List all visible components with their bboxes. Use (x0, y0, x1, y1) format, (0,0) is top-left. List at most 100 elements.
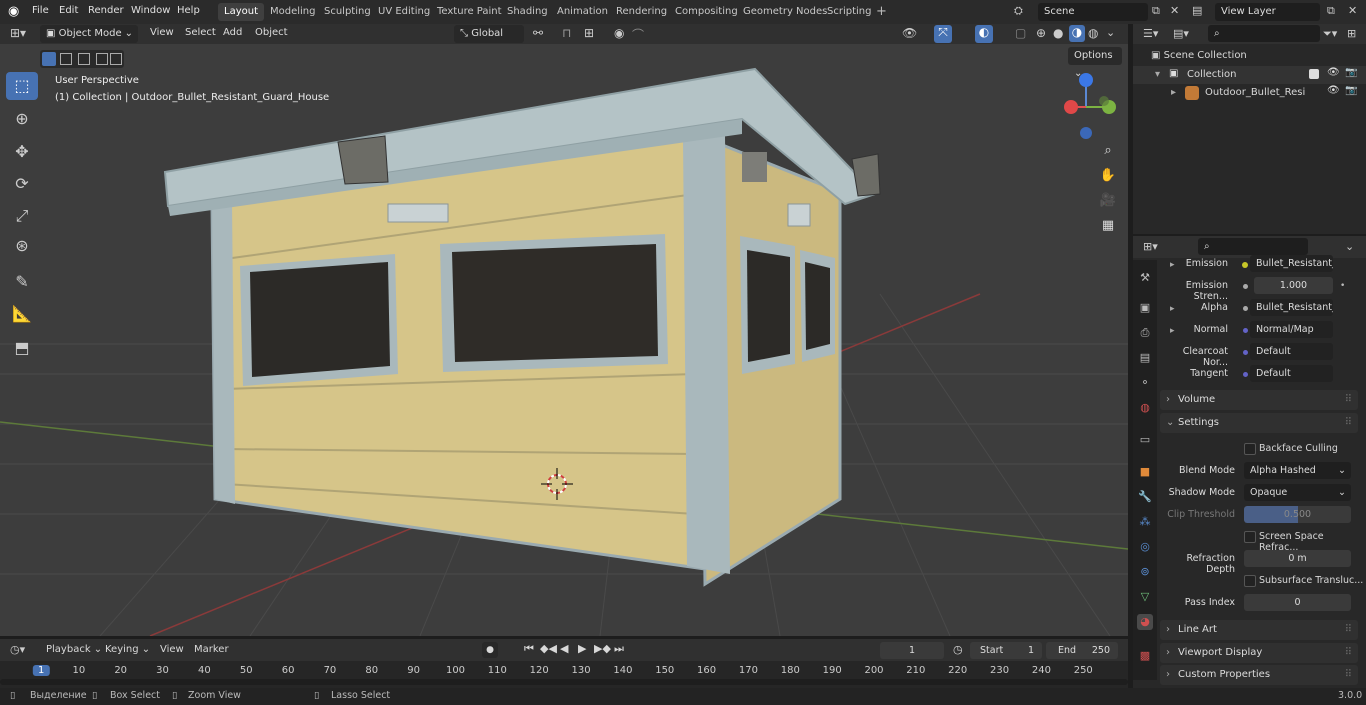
difference-selection-icon[interactable] (96, 53, 108, 65)
view-layer-selector[interactable]: View Layer (1215, 3, 1320, 21)
line-art-panel-header[interactable]: › Line Art ⠿ (1160, 620, 1358, 640)
outliner-row-object[interactable]: ▸ Outdoor_Bullet_Resistan 👁 📷 (1133, 84, 1366, 102)
scale-tool-icon[interactable]: ⤢ (6, 202, 38, 230)
tab-scripting[interactable]: Scripting (821, 3, 877, 21)
add-workspace-icon[interactable]: + (876, 4, 887, 19)
camera-icon[interactable]: 📷 (1345, 67, 1357, 78)
editor-type-icon[interactable]: ⊞▾ (10, 26, 26, 40)
camera-view-icon[interactable]: 🎥 (1097, 190, 1119, 212)
display-mode-icon[interactable]: ▤▾ (1173, 27, 1189, 40)
drag-handle-icon[interactable]: ⠿ (1345, 390, 1352, 410)
normal-value[interactable]: Normal/Map (1250, 321, 1333, 338)
move-tool-icon[interactable]: ✥ (6, 138, 38, 166)
properties-editor-icon[interactable]: ⊞▾ (1143, 240, 1158, 253)
expand-arrow-icon[interactable]: ▾ (1155, 69, 1160, 80)
tab-texture-paint[interactable]: Texture Paint (431, 3, 508, 21)
extend-selection-icon[interactable] (60, 53, 72, 65)
snap-target-icon[interactable]: ⊞ (584, 26, 594, 40)
annotate-tool-icon[interactable]: ✎ (6, 268, 38, 296)
measure-tool-icon[interactable]: 📐 (6, 300, 38, 328)
menu-file[interactable]: File (32, 5, 49, 16)
output-tab-icon[interactable]: ⎙ (1137, 325, 1153, 341)
rendered-shading-icon[interactable]: ◍ (1088, 26, 1098, 40)
options-dropdown[interactable]: Options ⌄ (1068, 47, 1122, 79)
cursor-tool-icon[interactable]: ⊕ (6, 105, 38, 133)
transform-orientation-dropdown[interactable]: ⤡ Global (454, 25, 524, 43)
emission-value[interactable]: Bullet_Resistant_... (1250, 255, 1333, 272)
copy-view-layer-icon[interactable]: ⧉ (1327, 4, 1335, 18)
timeline-menu-marker[interactable]: Marker (194, 644, 229, 655)
world-tab-icon[interactable]: ◍ (1137, 400, 1153, 416)
tab-rendering[interactable]: Rendering (610, 3, 673, 21)
outliner-row-scene-collection[interactable]: ▣ Scene Collection (1151, 50, 1247, 61)
tab-modeling[interactable]: Modeling (264, 3, 322, 21)
subsurface-translucency-checkbox[interactable] (1244, 575, 1256, 587)
preview-range-icon[interactable]: ◷ (953, 643, 963, 656)
timeline-scrollbar[interactable] (0, 679, 1128, 685)
camera-icon[interactable]: 📷 (1345, 85, 1357, 96)
transform-tool-icon[interactable]: ⊛ (6, 232, 38, 260)
jump-end-icon[interactable]: ⏭ (614, 642, 624, 656)
material-tab-icon[interactable]: ◕ (1137, 614, 1153, 630)
refraction-depth-field[interactable]: 0 m (1244, 550, 1351, 567)
shading-options-icon[interactable]: ⌄ (1106, 26, 1115, 39)
view-layer-tab-icon[interactable]: ▤ (1137, 350, 1153, 366)
exclude-checkbox[interactable] (1309, 69, 1319, 79)
viewport-menu-object[interactable]: Object (255, 27, 288, 38)
3d-viewport[interactable]: User Perspective (1) Collection | Outdoo… (0, 44, 1128, 636)
timeline-menu-playback[interactable]: Playback ⌄ (46, 644, 102, 655)
prev-keyframe-icon[interactable]: ◆◀ (540, 642, 557, 655)
delete-scene-icon[interactable]: ✕ (1170, 4, 1179, 17)
overlay-toggle-icon[interactable]: ◐ (975, 25, 993, 43)
alpha-value[interactable]: Bullet_Resistant_... (1250, 299, 1333, 316)
gizmo-toggle-icon[interactable]: ⤧ (934, 25, 952, 43)
properties-search-input[interactable]: ⌕ (1198, 238, 1308, 255)
tab-compositing[interactable]: Compositing (669, 3, 744, 21)
screen-space-refraction-checkbox[interactable] (1244, 531, 1256, 543)
viewport-menu-view[interactable]: View (150, 27, 174, 38)
proportional-edit-icon[interactable]: ◉ (614, 26, 624, 40)
menu-window[interactable]: Window (131, 5, 170, 16)
rotate-tool-icon[interactable]: ⟳ (6, 170, 38, 198)
zoom-icon[interactable]: ⌕ (1097, 140, 1119, 162)
drag-handle-icon[interactable]: ⠿ (1345, 413, 1352, 433)
expand-arrow-icon[interactable]: ▸ (1171, 87, 1176, 98)
pan-hand-icon[interactable]: ✋ (1097, 165, 1119, 187)
filter-icon[interactable]: ⏷▾ (1323, 27, 1337, 41)
scene-tab-icon[interactable]: ⚬ (1137, 375, 1153, 391)
blender-logo-icon[interactable]: ◉ (8, 4, 19, 19)
drag-handle-icon[interactable]: ⠿ (1345, 665, 1352, 685)
drag-handle-icon[interactable]: ⠿ (1345, 620, 1352, 640)
chevron-down-icon[interactable]: ⌄ (1345, 240, 1354, 253)
shadow-mode-dropdown[interactable]: Opaque ⌄ (1244, 484, 1351, 501)
tab-geometry-nodes[interactable]: Geometry Nodes (737, 3, 833, 21)
intersect-selection-icon[interactable] (110, 53, 122, 65)
copy-scene-icon[interactable]: ⧉ (1152, 4, 1160, 18)
outliner-editor-icon[interactable]: ☰▾ (1143, 27, 1158, 40)
custom-properties-panel-header[interactable]: › Custom Properties ⠿ (1160, 665, 1358, 685)
add-cube-tool-icon[interactable]: ⬒ (6, 334, 38, 362)
menu-help[interactable]: Help (177, 5, 200, 16)
backface-culling-checkbox[interactable] (1244, 443, 1256, 455)
start-frame-field[interactable]: Start 1 (970, 642, 1042, 659)
timeline-editor-icon[interactable]: ◷▾ (10, 643, 25, 656)
clearcoat-normal-value[interactable]: Default (1250, 343, 1333, 360)
material-shading-icon[interactable]: ◑ (1069, 25, 1085, 42)
next-keyframe-icon[interactable]: ▶◆ (594, 642, 611, 655)
pass-index-field[interactable]: 0 (1244, 594, 1351, 611)
outliner-search-input[interactable]: ⌕ (1208, 25, 1320, 42)
viewport-display-panel-header[interactable]: › Viewport Display ⠿ (1160, 643, 1358, 663)
outliner-row-collection[interactable]: ▾ ▣ Collection 👁 📷 (1133, 66, 1366, 84)
xray-icon[interactable]: ▢ (1015, 26, 1026, 40)
viewport-menu-select[interactable]: Select (185, 27, 216, 38)
tool-tab-icon[interactable]: ⚒ (1137, 270, 1153, 286)
delete-view-layer-icon[interactable]: ✕ (1348, 4, 1357, 17)
mode-dropdown[interactable]: ▣ Object Mode ⌄ (40, 25, 138, 43)
select-box-tool-icon[interactable]: ⬚ (6, 72, 38, 100)
physics-tab-icon[interactable]: ◎ (1137, 539, 1153, 555)
keyframe-dot-icon[interactable]: • (1340, 281, 1345, 291)
jump-start-icon[interactable]: ⏮ (524, 642, 534, 656)
new-collection-icon[interactable]: ⊞ (1347, 27, 1356, 40)
set-selection-icon[interactable] (42, 52, 56, 66)
render-tab-icon[interactable]: ▣ (1137, 300, 1153, 316)
